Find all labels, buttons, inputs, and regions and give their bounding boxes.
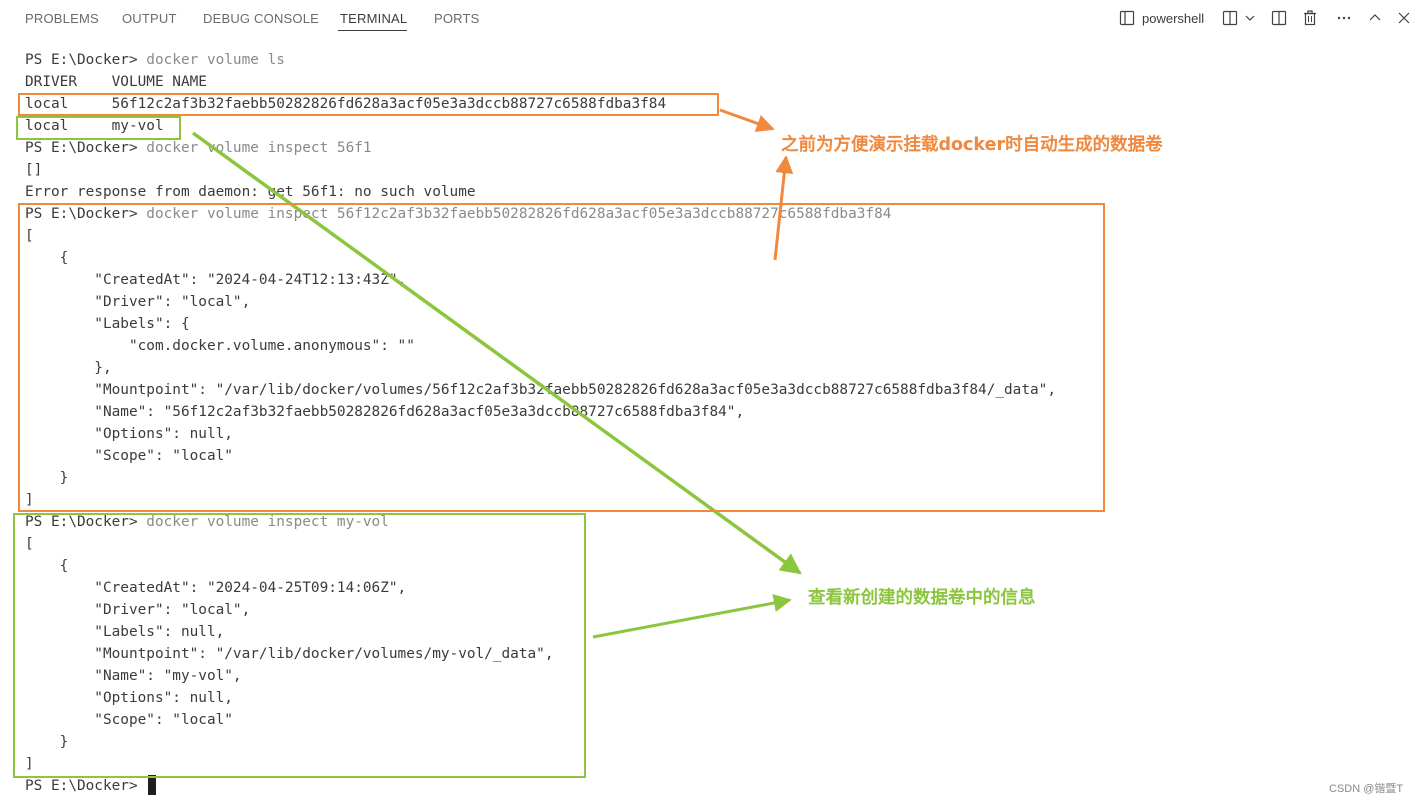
green-arrow-2 [592,594,792,639]
my-vol-highlight [16,116,181,140]
anonymous-volume-highlight [18,93,719,116]
anonymous-inspect-highlight [18,203,1105,512]
my-vol-info-note: 查看新创建的数据卷中的信息 [808,588,1036,608]
anonymous-volume-note: 之前为方便演示挂载docker时自动生成的数据卷 [781,135,1163,155]
my-vol-inspect-highlight [13,513,586,778]
watermark: CSDN @锴暨T [1329,783,1404,795]
orange-arrow-1 [719,108,775,133]
